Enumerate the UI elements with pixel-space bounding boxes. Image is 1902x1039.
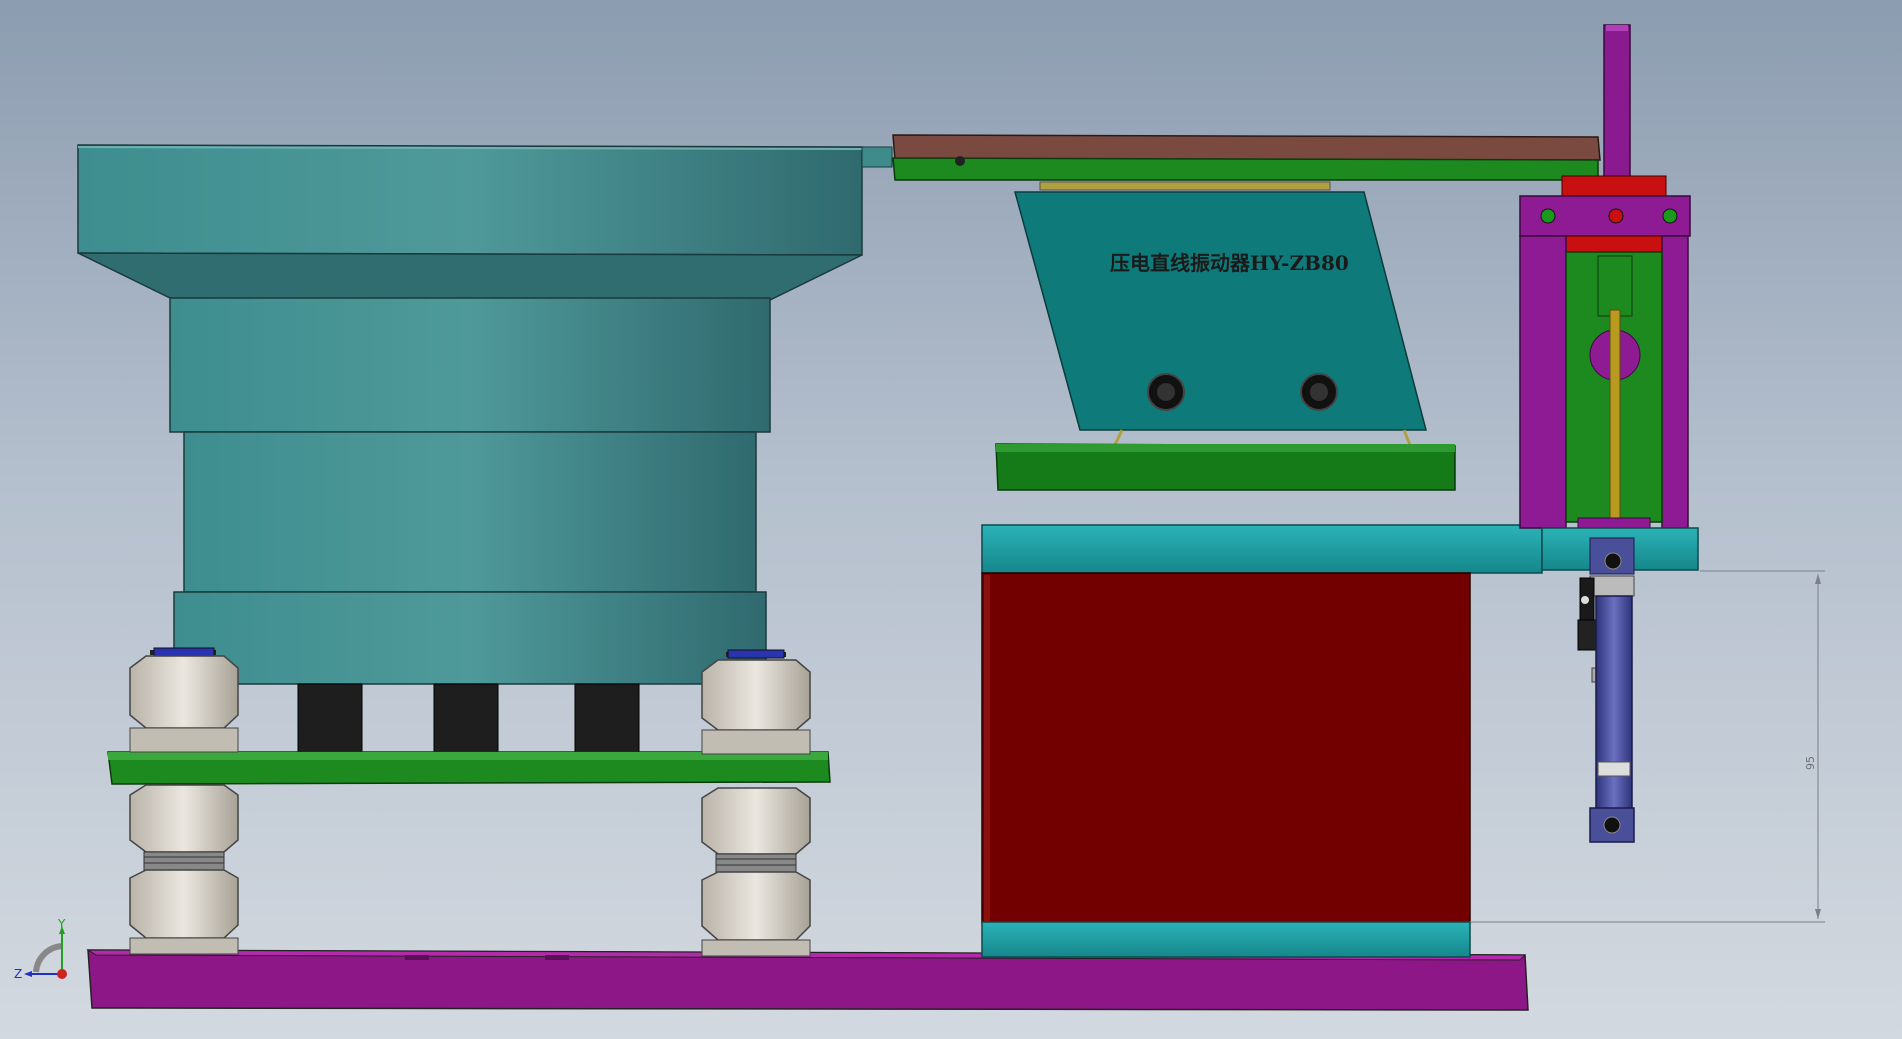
axis-y-label: Y	[57, 917, 66, 931]
pneumatic-cylinder[interactable]	[1577, 575, 1635, 843]
bolt-stack-right[interactable]	[701, 649, 811, 957]
vertical-guide-rod[interactable]	[1603, 24, 1631, 196]
rubber-feet	[297, 683, 640, 755]
dimension-annotation[interactable]: 95	[1470, 570, 1825, 923]
dimension-value: 95	[1804, 756, 1817, 770]
feeder-track[interactable]	[892, 134, 1601, 181]
vibrator-base-plate[interactable]	[995, 443, 1456, 491]
support-column[interactable]	[981, 524, 1543, 958]
cad-model-view: 压电直线振动器HY-ZB80 95 Y Z	[14, 24, 1825, 1011]
axis-z-label: Z	[14, 967, 22, 981]
vibratory-bowl[interactable]	[77, 144, 893, 685]
magenta-base-plate[interactable]	[86, 949, 1529, 1011]
cylinder-bracket[interactable]	[1519, 175, 1699, 575]
cad-viewport[interactable]: 压电直线振动器HY-ZB80 95 Y Z	[0, 0, 1902, 1039]
bolt-stack-left[interactable]	[129, 647, 239, 955]
green-mounting-plate[interactable]	[107, 751, 831, 785]
axis-triad[interactable]: Y Z	[14, 917, 67, 981]
linear-vibrator-body[interactable]: 压电直线振动器HY-ZB80	[1014, 181, 1427, 446]
vibrator-model-label: 压电直线振动器HY-ZB80	[1110, 251, 1349, 275]
